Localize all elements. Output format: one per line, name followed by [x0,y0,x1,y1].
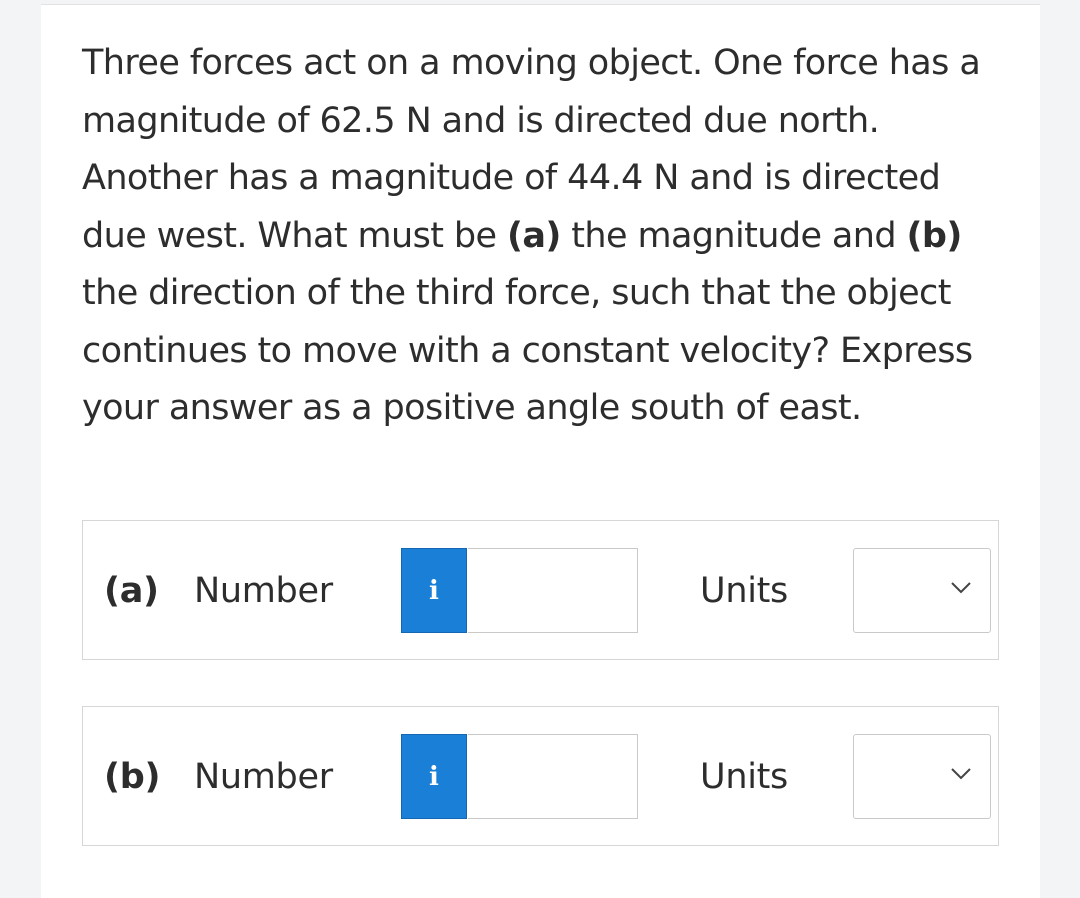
part-b-marker: (b) [906,215,962,256]
number-label: Number [194,757,333,797]
number-input-a[interactable] [468,548,638,633]
info-icon[interactable]: i [401,548,467,633]
answer-row-a: (a) Number i Units [82,520,999,660]
chevron-down-icon [951,768,971,780]
info-glyph: i [429,575,439,606]
units-dropdown-b[interactable] [853,734,991,819]
info-glyph: i [429,761,439,792]
part-label: (b) [104,757,161,797]
part-label: (a) [104,571,159,611]
chevron-down-icon [951,582,971,594]
question-text-part-3: the direction of the third force, such t… [82,273,973,428]
number-label: Number [194,571,333,611]
info-icon[interactable]: i [401,734,467,819]
question-card: Three forces act on a moving object. One… [41,4,1040,898]
answer-row-b: (b) Number i Units [82,706,999,846]
units-label: Units [700,571,788,611]
units-dropdown-a[interactable] [853,548,991,633]
units-label: Units [700,757,788,797]
part-a-marker: (a) [506,215,561,256]
number-input-b[interactable] [468,734,638,819]
question-text-part-2: the magnitude and [560,215,907,256]
question-text: Three forces act on a moving object. One… [82,35,1012,438]
